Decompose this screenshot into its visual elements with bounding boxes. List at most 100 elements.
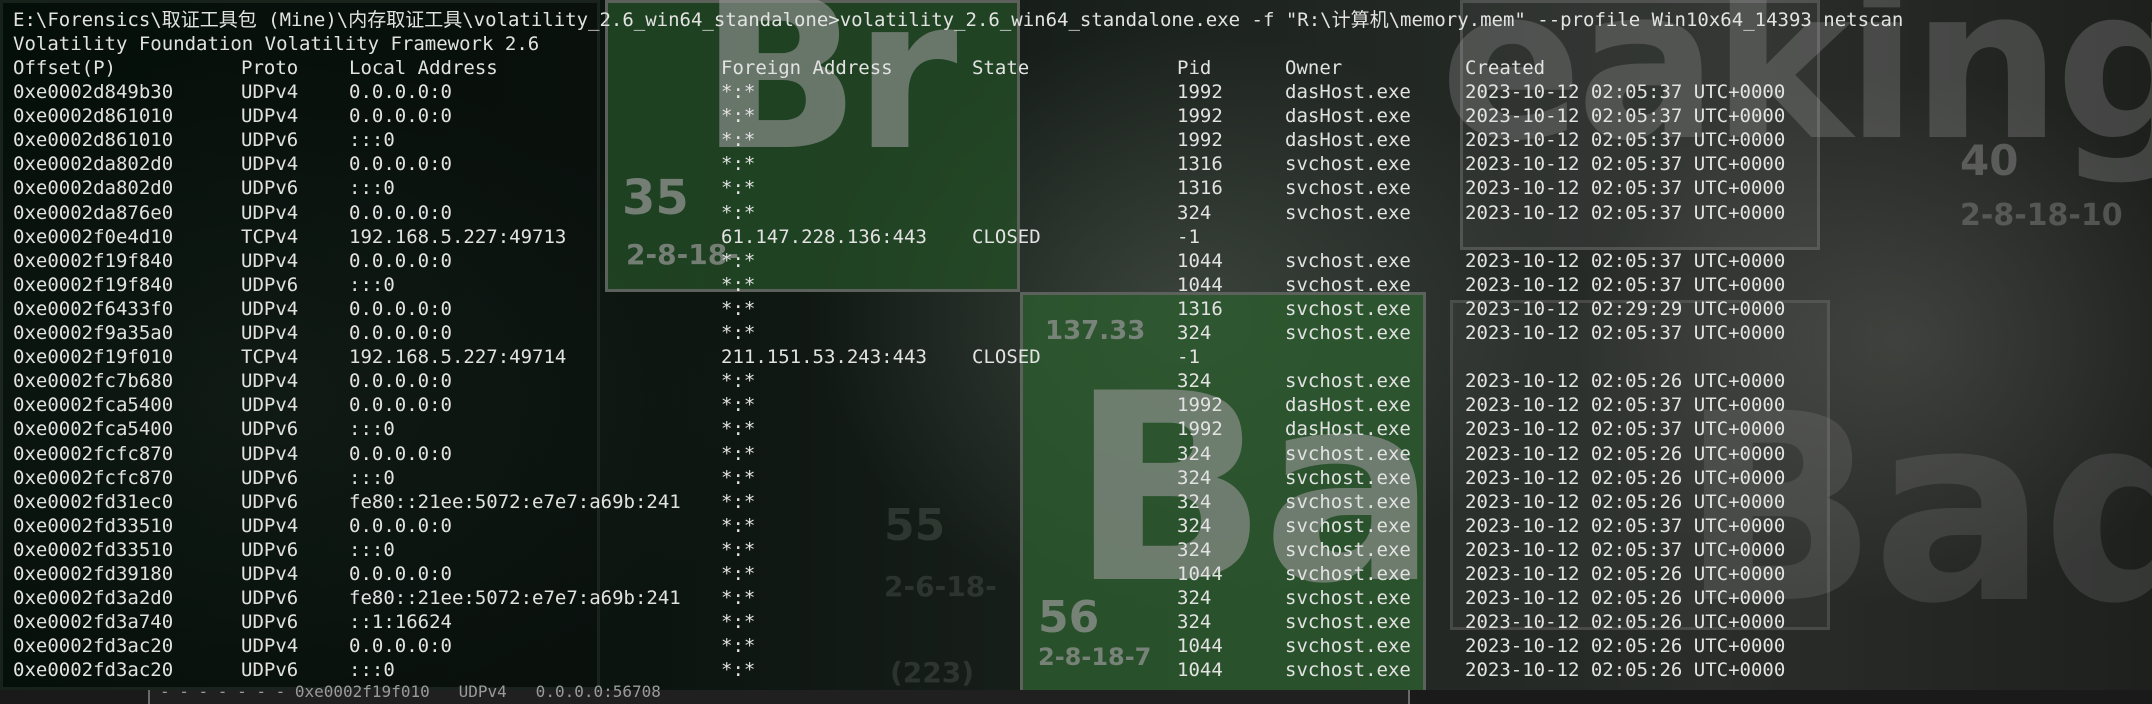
cell-offset: 0xe0002fd39180	[13, 563, 174, 585]
cell-local-address: 0.0.0.0:0	[349, 249, 452, 272]
cell-proto: UDPv4	[241, 297, 299, 320]
column-header-foreign-address: Foreign Address	[721, 57, 893, 79]
cell-foreign-address: *:*	[721, 563, 756, 585]
cell-foreign-address: *:*	[721, 322, 756, 344]
cell-pid: 324	[1177, 587, 1212, 610]
cell-proto: UDPv6	[241, 538, 299, 561]
cell-proto: TCPv4	[241, 225, 299, 248]
cell-owner: dasHost.exe	[1285, 81, 1411, 103]
cell-created: 2023-10-12 02:05:37 UTC+0000	[1465, 105, 1786, 128]
column-header-offset: Offset(P)	[13, 57, 116, 79]
cell-foreign-address: *:*	[721, 394, 756, 417]
cell-foreign-address: *:*	[721, 442, 756, 465]
cell-local-address: 0.0.0.0:0	[349, 635, 452, 658]
background-window-edge[interactable]: - - - - - - - 0xe0002f19f010 UDPv4 0.0.0…	[0, 684, 2152, 704]
command-line[interactable]: E:\Forensics\取证工具包 (Mine)\内存取证工具\volatil…	[13, 8, 1903, 32]
cell-owner: svchost.exe	[1285, 442, 1411, 465]
table-row: 0xe0002fcfc870 UDPv6:::0 *:* 324 svchost.exe…	[0, 466, 2152, 490]
cell-owner: svchost.exe	[1285, 490, 1411, 513]
cell-pid: 324	[1177, 466, 1212, 489]
cell-proto: UDPv4	[241, 153, 299, 176]
table-row: 0xe0002da802d0 UDPv6:::0 *:* 1316 svchost.ex…	[0, 176, 2152, 200]
cell-proto: UDPv4	[241, 81, 299, 103]
cell-created: 2023-10-12 02:05:26 UTC+0000	[1465, 490, 1786, 513]
cell-pid: 324	[1177, 514, 1212, 537]
cell-owner: svchost.exe	[1285, 538, 1411, 561]
table-row: 0xe0002fcfc870 UDPv4 0.0.0.0:0 *:* 324 svchos…	[0, 442, 2152, 466]
cell-owner: dasHost.exe	[1285, 394, 1411, 417]
table-row: 0xe0002d861010 UDPv6:::0 *:* 1992 dasHost.ex…	[0, 128, 2152, 152]
cell-local-address: fe80::21ee:5072:e7e7:a69b:241	[349, 587, 681, 610]
cell-local-address: 0.0.0.0:0	[349, 81, 452, 103]
cell-foreign-address: *:*	[721, 611, 756, 634]
column-header-created: Created	[1465, 57, 1546, 79]
cell-pid: 1992	[1177, 418, 1223, 441]
cell-owner: dasHost.exe	[1285, 129, 1411, 152]
cell-local-address: 0.0.0.0:0	[349, 153, 452, 176]
cell-pid: 1992	[1177, 394, 1223, 417]
cell-proto: UDPv6	[241, 177, 299, 200]
cell-proto: UDPv6	[241, 490, 299, 513]
table-row: 0xe0002f0e4d10 TCPv4 192.168.5.227:49713 61…	[0, 225, 2152, 249]
cell-pid: 1316	[1177, 153, 1223, 176]
column-header-proto: Proto	[241, 57, 299, 79]
cell-created: 2023-10-12 02:05:26 UTC+0000	[1465, 563, 1786, 585]
background-window-text: - - - - - - - 0xe0002f19f010 UDPv4 0.0.0…	[160, 682, 661, 701]
cell-local-address: 192.168.5.227:49713	[349, 225, 567, 248]
cell-created: 2023-10-12 02:05:37 UTC+0000	[1465, 538, 1786, 561]
cell-local-address: :::0	[349, 538, 395, 561]
cell-proto: UDPv4	[241, 394, 299, 417]
cell-created: 2023-10-12 02:05:26 UTC+0000	[1465, 635, 1786, 658]
cell-offset: 0xe0002fd33510	[13, 538, 174, 561]
table-row: 0xe0002f19f840 UDPv4 0.0.0.0:0 *:* 1044 svcho…	[0, 249, 2152, 273]
cell-pid: 1044	[1177, 635, 1223, 658]
table-row: 0xe0002fd3a740 UDPv6::1:16624 *:* 324 svchos…	[0, 610, 2152, 634]
cell-owner: svchost.exe	[1285, 297, 1411, 320]
cell-foreign-address: *:*	[721, 418, 756, 441]
cell-offset: 0xe0002fd33510	[13, 514, 174, 537]
cell-owner: svchost.exe	[1285, 249, 1411, 272]
table-row: 0xe0002fd31ec0 UDPv6 fe80::21ee:5072:e7e7:…	[0, 490, 2152, 514]
cell-owner: svchost.exe	[1285, 563, 1411, 585]
cell-offset: 0xe0002d849b30	[13, 81, 174, 103]
cell-foreign-address: *:*	[721, 273, 756, 296]
cell-owner: svchost.exe	[1285, 466, 1411, 489]
cell-local-address: 0.0.0.0:0	[349, 201, 452, 224]
cell-created: 2023-10-12 02:05:26 UTC+0000	[1465, 611, 1786, 634]
cell-local-address: 0.0.0.0:0	[349, 563, 452, 585]
cell-offset: 0xe0002da802d0	[13, 153, 174, 176]
cell-offset: 0xe0002fd3a740	[13, 611, 174, 634]
cell-local-address: :::0	[349, 659, 395, 682]
cell-foreign-address: *:*	[721, 81, 756, 103]
table-row: 0xe0002f19f840 UDPv6:::0 *:* 1044 svchost.ex…	[0, 273, 2152, 297]
cell-created: 2023-10-12 02:05:37 UTC+0000	[1465, 514, 1786, 537]
cell-pid: 324	[1177, 201, 1212, 224]
cell-created: 2023-10-12 02:05:37 UTC+0000	[1465, 177, 1786, 200]
cell-local-address: :::0	[349, 418, 395, 441]
cell-foreign-address: *:*	[721, 587, 756, 610]
cell-pid: 324	[1177, 538, 1212, 561]
cell-foreign-address: *:*	[721, 129, 756, 152]
cell-proto: UDPv4	[241, 563, 299, 585]
cell-pid: 324	[1177, 611, 1212, 634]
cell-offset: 0xe0002fcfc870	[13, 466, 174, 489]
cell-offset: 0xe0002da876e0	[13, 201, 174, 224]
cell-local-address: fe80::21ee:5072:e7e7:a69b:241	[349, 490, 681, 513]
cell-offset: 0xe0002f9a35a0	[13, 322, 174, 344]
cell-foreign-address: *:*	[721, 297, 756, 320]
cell-foreign-address: *:*	[721, 466, 756, 489]
cell-pid: 324	[1177, 442, 1212, 465]
table-row: 0xe0002fd39180 UDPv4 0.0.0.0:0 *:* 1044 svcho…	[0, 562, 2152, 586]
cell-local-address: 0.0.0.0:0	[349, 394, 452, 417]
cell-local-address: 0.0.0.0:0	[349, 297, 452, 320]
cell-foreign-address: 211.151.53.243:443	[721, 346, 927, 369]
cell-pid: 1044	[1177, 563, 1223, 585]
terminal-window[interactable]: E:\Forensics\取证工具包 (Mine)\内存取证工具\volatil…	[0, 0, 2152, 690]
cell-pid: 324	[1177, 370, 1212, 393]
cell-pid: 324	[1177, 322, 1212, 344]
cell-created: 2023-10-12 02:05:37 UTC+0000	[1465, 394, 1786, 417]
cell-offset: 0xe0002fd3ac20	[13, 635, 174, 658]
cell-owner: dasHost.exe	[1285, 418, 1411, 441]
table-row: 0xe0002fc7b680 UDPv4 0.0.0.0:0 *:* 324 svchos…	[0, 369, 2152, 393]
cell-offset: 0xe0002fca5400	[13, 394, 174, 417]
